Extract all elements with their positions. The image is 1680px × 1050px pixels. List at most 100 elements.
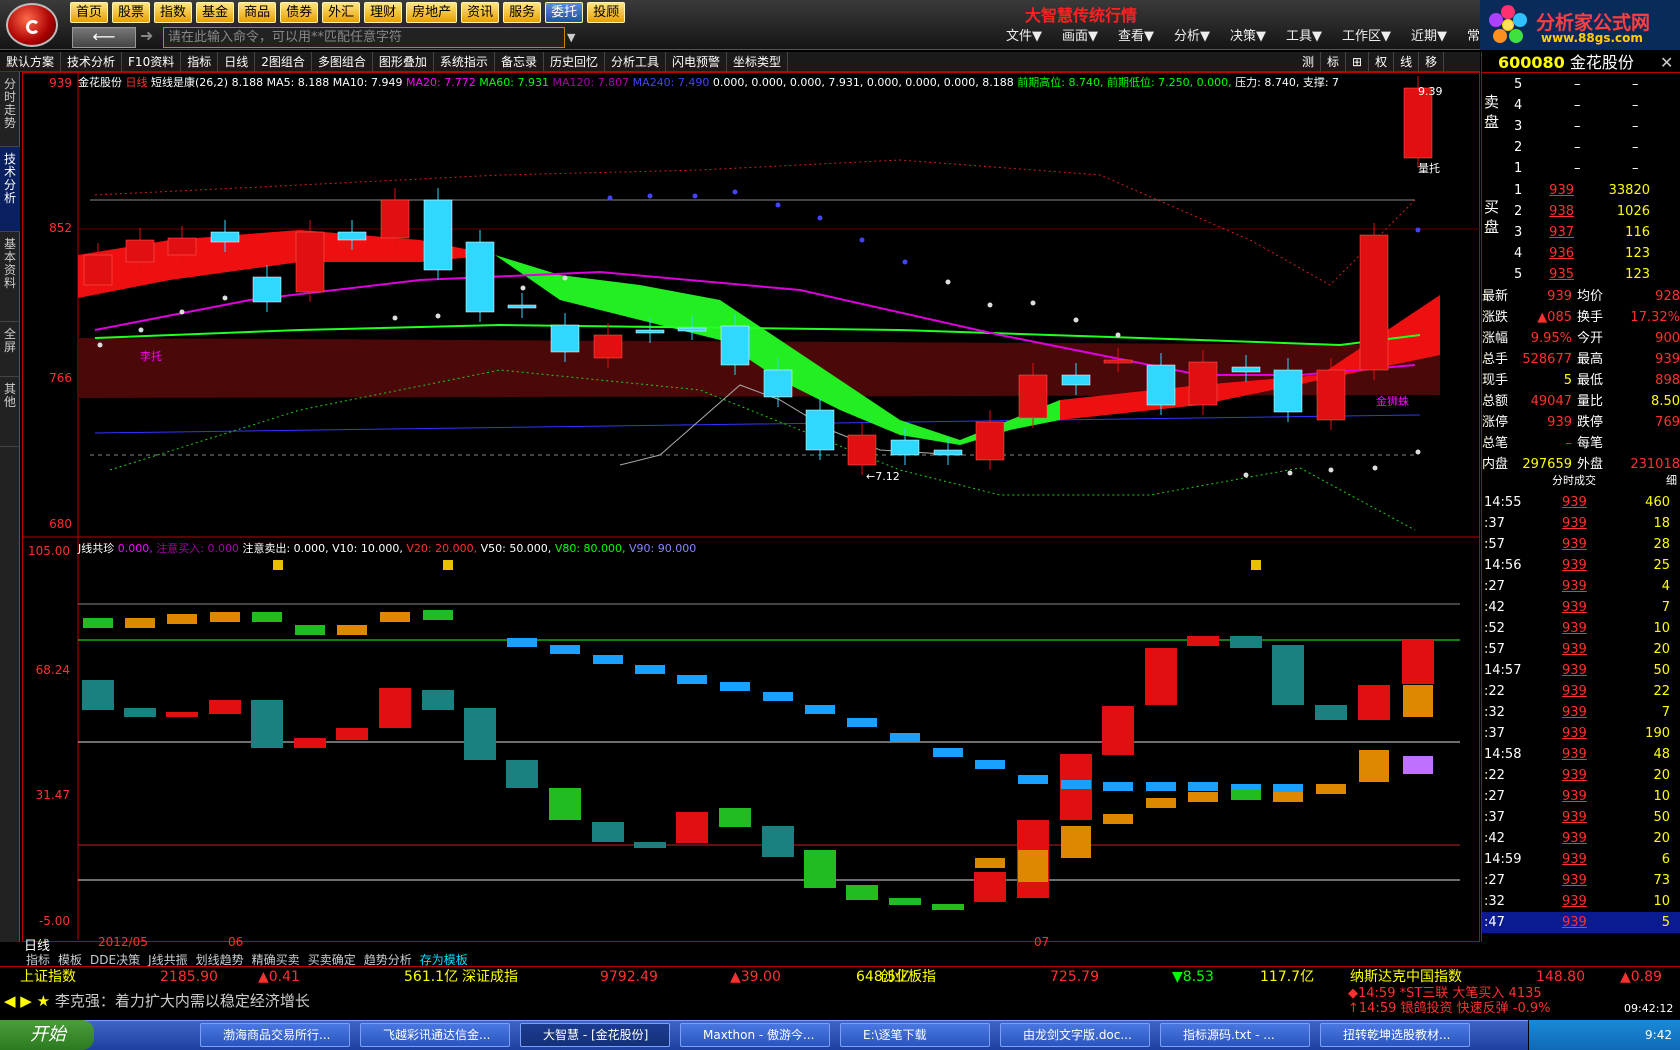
flag-marker [1251, 560, 1261, 570]
j-bar [634, 842, 666, 848]
blue-step [975, 760, 1005, 769]
taskbar-item[interactable]: E:\逐笔下载 [840, 1023, 990, 1047]
sell-price: – [1574, 161, 1581, 176]
info-rest: 0.000, 0.000, 0.000, 7.931, 0.000, 0.000… [712, 76, 1014, 89]
info-ma20: MA20: 7.772 [406, 76, 476, 89]
y-lower-1: 68.24 [35, 663, 70, 677]
candle-body [167, 237, 197, 256]
candle-body [1061, 374, 1091, 386]
stat-label: 内盘 [1482, 457, 1509, 472]
buy-price[interactable]: 939 [1530, 180, 1574, 201]
y-lower-3: -5.00 [38, 914, 70, 928]
label-li-tuo: 李托 [140, 350, 162, 363]
j-bar [422, 690, 454, 710]
signal-marker [1243, 472, 1249, 478]
blue-step [1061, 780, 1091, 789]
j-bar [294, 738, 326, 748]
info-high: 前期高位: 8.740, 前期低位: 7.250, 0.000, [1017, 76, 1232, 89]
buy-label: 买 盘 [1484, 198, 1500, 236]
close-icon[interactable]: ✕ [1660, 52, 1673, 73]
blue-step [507, 638, 537, 647]
kline-svg [22, 72, 1480, 940]
candle-body [763, 369, 793, 398]
stat-label: 涨跌 [1482, 310, 1509, 325]
j-bar [804, 850, 836, 888]
stat-label: 涨幅 [1482, 331, 1509, 346]
info-ma120: MA120: 7.807 [552, 76, 630, 89]
brand-url: www.88gs.com [1541, 31, 1643, 45]
ticker-name[interactable]: 纳斯达克中国指数 [1350, 967, 1462, 987]
news-play-icon[interactable]: ◀ ▶ ★ [0, 992, 50, 1010]
tick-vol: 25 [1653, 558, 1670, 573]
alert-panel: ◆14:59 *ST三联 大笔买入 4135 ↑14:59 银鸽投资 快速反弹 … [1348, 986, 1680, 1018]
stat-value2: 898 [1655, 373, 1680, 388]
y-upper-1: 852 [49, 221, 72, 235]
buy-vol: 116 [1625, 225, 1650, 240]
taskbar-item[interactable]: 大智慧 - [金花股份] [520, 1023, 670, 1047]
tick-price: 939 [1562, 621, 1587, 636]
candle-body [465, 241, 495, 313]
tick-price: 939 [1562, 852, 1587, 867]
tick-vol: 6 [1661, 852, 1670, 867]
stat-label2: 均价 [1577, 289, 1604, 304]
y-lower-0: 105.00 [28, 544, 70, 558]
ticker-name[interactable]: 上证指数 [20, 967, 76, 987]
orange-bar [1316, 784, 1346, 794]
ma240-line [94, 414, 1421, 434]
buy-price[interactable]: 938 [1530, 201, 1574, 222]
ticker-chg: ▲0.89 [1620, 969, 1662, 985]
candle-body [720, 325, 750, 366]
j-bar [209, 700, 241, 714]
orange-bar [423, 610, 453, 620]
taskbar-item[interactable]: Maxthon - 傲游今... [680, 1023, 830, 1047]
taskbar-item[interactable]: 由龙剑文字版.doc... [1000, 1023, 1150, 1047]
tick-vol: 4 [1661, 579, 1670, 594]
orange-bar [337, 625, 367, 635]
orange-bar [1273, 792, 1303, 802]
info2-v80: V80: 80.000, [554, 542, 626, 555]
buy-price[interactable]: 936 [1530, 243, 1574, 264]
candle-body [83, 254, 113, 286]
taskbar-item[interactable]: 飞越彩讯通达信金... [360, 1023, 510, 1047]
start-button[interactable]: 开始 [0, 1020, 94, 1050]
stat-label: 涨停 [1482, 415, 1509, 430]
info2-v10: V10: 10.000, [332, 542, 403, 555]
j-bar [1230, 636, 1262, 648]
tick-vol: 50 [1653, 810, 1670, 825]
ticker-name[interactable]: 深证成指 [462, 967, 518, 987]
taskbar-item[interactable]: 指标源码.txt - ... [1160, 1023, 1310, 1047]
ticks-tab[interactable]: 细 [1666, 470, 1677, 491]
tick-price: 939 [1562, 642, 1587, 657]
info-ma60: MA60: 7.931 [479, 76, 549, 89]
tick-price: 939 [1562, 663, 1587, 678]
j-bar [1315, 705, 1347, 720]
tick-price: 939 [1562, 747, 1587, 762]
signal-marker [1415, 449, 1421, 455]
purple-bar [1403, 756, 1433, 774]
tick-time: :22 [1484, 684, 1505, 699]
candle-body [550, 324, 580, 353]
stat-label: 总笔 [1482, 436, 1509, 451]
news-bar: ◀ ▶ ★ 李克强：着力扩大内需以稳定经济增长 [0, 987, 1345, 1015]
stat-value: 528677 [1522, 352, 1572, 367]
candle-body [1018, 374, 1048, 419]
buy-price[interactable]: 937 [1530, 222, 1574, 243]
signal-marker [647, 193, 653, 199]
tick-vol: 22 [1653, 684, 1670, 699]
stat-value2: 17.32% [1630, 310, 1680, 325]
info-ma5: MA5: 8.188 [266, 76, 330, 89]
signal-marker [1287, 470, 1293, 476]
candle-body [805, 409, 835, 451]
sell-level: 4 [1514, 98, 1523, 113]
tick-price: 939 [1562, 873, 1587, 888]
tick-time: :52 [1484, 621, 1505, 636]
ticker-name[interactable]: 创业板指 [880, 967, 936, 987]
buy-price[interactable]: 935 [1530, 264, 1574, 285]
taskbar-item[interactable]: 扭转乾坤选股教材... [1320, 1023, 1470, 1047]
taskbar-item[interactable]: 渤海商品交易所行... [200, 1023, 350, 1047]
alert-0[interactable]: ◆14:59 *ST三联 大笔买入 4135 [1348, 986, 1680, 1001]
news-text[interactable]: 李克强：着力扩大内需以稳定经济增长 [55, 992, 310, 1010]
tick-time: :32 [1484, 894, 1505, 909]
tray-clock: 9:42 [1645, 1028, 1672, 1042]
info-ma10: MA10: 7.949 [332, 76, 403, 89]
